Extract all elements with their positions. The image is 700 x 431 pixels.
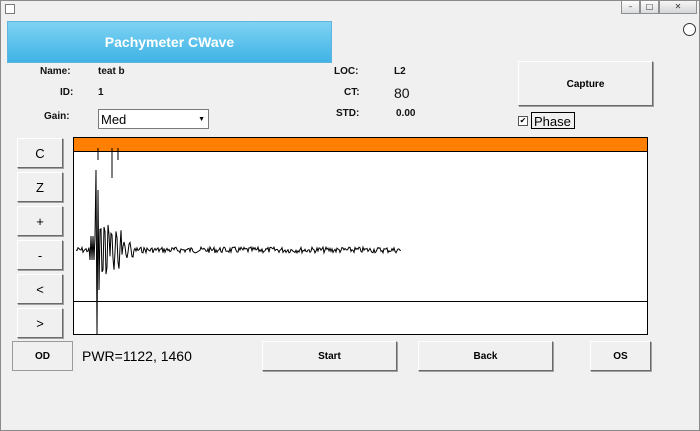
std-value: 0.00 <box>396 108 416 119</box>
gain-selected-value: Med <box>101 112 127 127</box>
plus-button[interactable]: + <box>17 206 63 236</box>
waveform-trace <box>75 148 402 334</box>
c-button[interactable]: C <box>17 138 63 168</box>
gain-label: Gain: <box>44 111 70 122</box>
z-button[interactable]: Z <box>17 172 63 202</box>
phase-checkbox[interactable]: ✔ <box>518 116 528 126</box>
window-controls: – □ ✕ <box>621 1 697 14</box>
name-value: teat b <box>98 66 125 77</box>
capture-button[interactable]: Capture <box>518 61 653 106</box>
waveform-plot[interactable] <box>73 137 648 335</box>
id-label: ID: <box>60 87 74 98</box>
os-button[interactable]: OS <box>590 341 651 371</box>
right-button[interactable]: > <box>17 308 63 338</box>
title-bar: – □ ✕ <box>1 1 699 15</box>
waveform-path <box>75 169 402 334</box>
dropdown-arrow-icon: ▼ <box>198 116 205 123</box>
ct-label: CT: <box>344 87 360 98</box>
app-header-banner: Pachymeter CWave <box>7 21 332 63</box>
loc-value: L2 <box>394 66 406 77</box>
left-button[interactable]: < <box>17 274 63 304</box>
od-button[interactable]: OD <box>12 341 73 371</box>
maximize-button[interactable]: □ <box>640 1 659 14</box>
back-button[interactable]: Back <box>418 341 553 371</box>
ct-value: 80 <box>394 85 410 101</box>
start-button[interactable]: Start <box>262 341 397 371</box>
loc-label: LOC: <box>334 66 359 77</box>
app-icon <box>5 4 15 14</box>
phase-label: Phase <box>531 112 575 129</box>
gain-select[interactable]: Med ▼ <box>98 109 209 129</box>
pwr-readout: PWR=1122, 1460 <box>82 348 192 364</box>
minus-button[interactable]: - <box>17 240 63 270</box>
std-label: STD: <box>336 108 360 119</box>
minimize-button[interactable]: – <box>621 1 640 14</box>
id-value: 1 <box>98 87 104 98</box>
status-indicator-icon <box>683 23 696 36</box>
close-button[interactable]: ✕ <box>659 1 697 14</box>
name-label: Name: <box>40 66 71 77</box>
